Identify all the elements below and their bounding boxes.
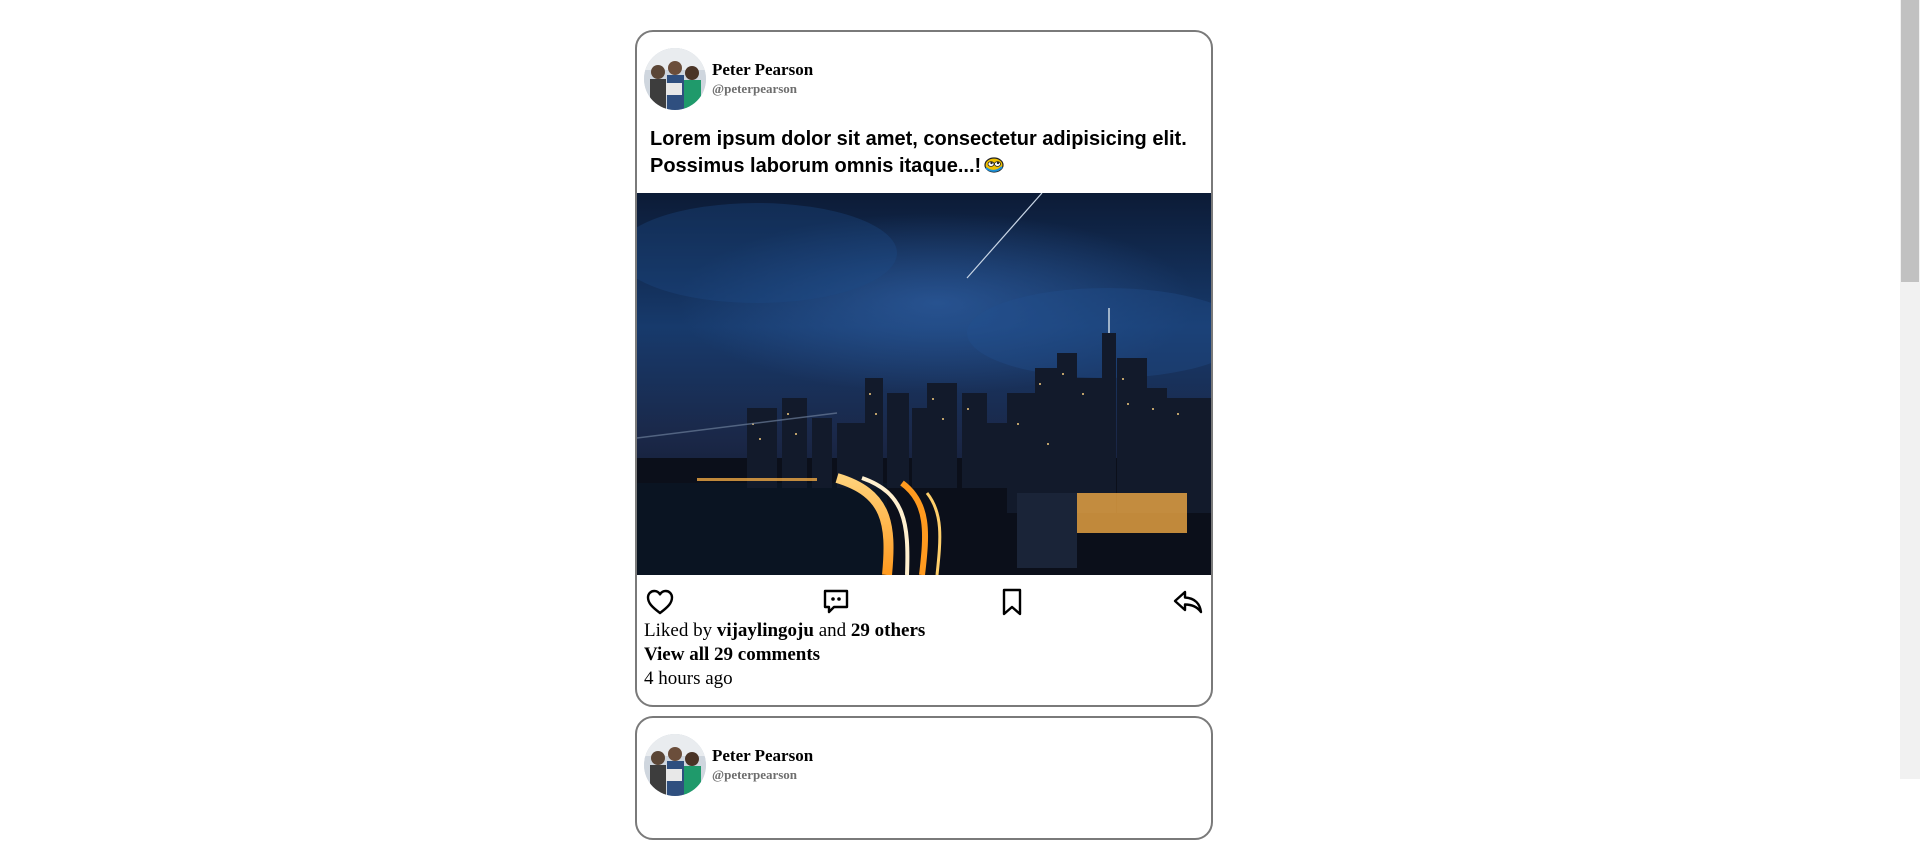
post-feed: Peter Pearson @peterpearson Lorem ipsum … bbox=[635, 30, 1213, 849]
likes-and: and bbox=[818, 620, 847, 641]
likes-line: Liked by vijaylingoju and 29 others bbox=[644, 619, 1204, 643]
post-meta: Liked by vijaylingoju and 29 others View… bbox=[637, 617, 1211, 705]
author-avatar[interactable] bbox=[644, 48, 706, 110]
author-handle[interactable]: @peterpearson bbox=[712, 768, 813, 781]
page-scrollbar[interactable] bbox=[1900, 0, 1920, 779]
comment-icon[interactable] bbox=[821, 587, 851, 617]
post-photo[interactable] bbox=[637, 193, 1211, 575]
rolling-eyes-emoji-icon bbox=[983, 155, 1005, 183]
post-header: Peter Pearson @peterpearson bbox=[637, 718, 1211, 796]
view-comments-link[interactable]: View all 29 comments bbox=[644, 643, 1204, 667]
post-actions bbox=[637, 575, 1211, 617]
author-name[interactable]: Peter Pearson bbox=[712, 747, 813, 764]
author-info: Peter Pearson @peterpearson bbox=[712, 61, 813, 95]
likes-prefix: Liked by bbox=[644, 620, 713, 641]
bookmark-icon[interactable] bbox=[997, 587, 1027, 617]
post-caption-text: Lorem ipsum dolor sit amet, consectetur … bbox=[650, 128, 1187, 177]
avatar-image bbox=[644, 734, 706, 796]
view-comments-label: View all 29 comments bbox=[644, 644, 821, 665]
post-caption: Lorem ipsum dolor sit amet, consectetur … bbox=[637, 110, 1211, 193]
author-avatar[interactable] bbox=[644, 734, 706, 796]
avatar-image bbox=[644, 48, 706, 110]
heart-icon[interactable] bbox=[645, 587, 675, 617]
author-name[interactable]: Peter Pearson bbox=[712, 61, 813, 78]
liked-by-user[interactable]: vijaylingoju bbox=[717, 620, 814, 641]
post-card: Peter Pearson @peterpearson bbox=[635, 716, 1213, 840]
post-card: Peter Pearson @peterpearson Lorem ipsum … bbox=[635, 30, 1213, 707]
post-header: Peter Pearson @peterpearson bbox=[637, 32, 1211, 110]
likes-others[interactable]: 29 others bbox=[851, 620, 925, 641]
author-info: Peter Pearson @peterpearson bbox=[712, 747, 813, 781]
author-handle[interactable]: @peterpearson bbox=[712, 82, 813, 95]
share-icon[interactable] bbox=[1173, 587, 1203, 617]
post-timestamp: 4 hours ago bbox=[644, 668, 733, 689]
scrollbar-thumb[interactable] bbox=[1901, 0, 1919, 282]
